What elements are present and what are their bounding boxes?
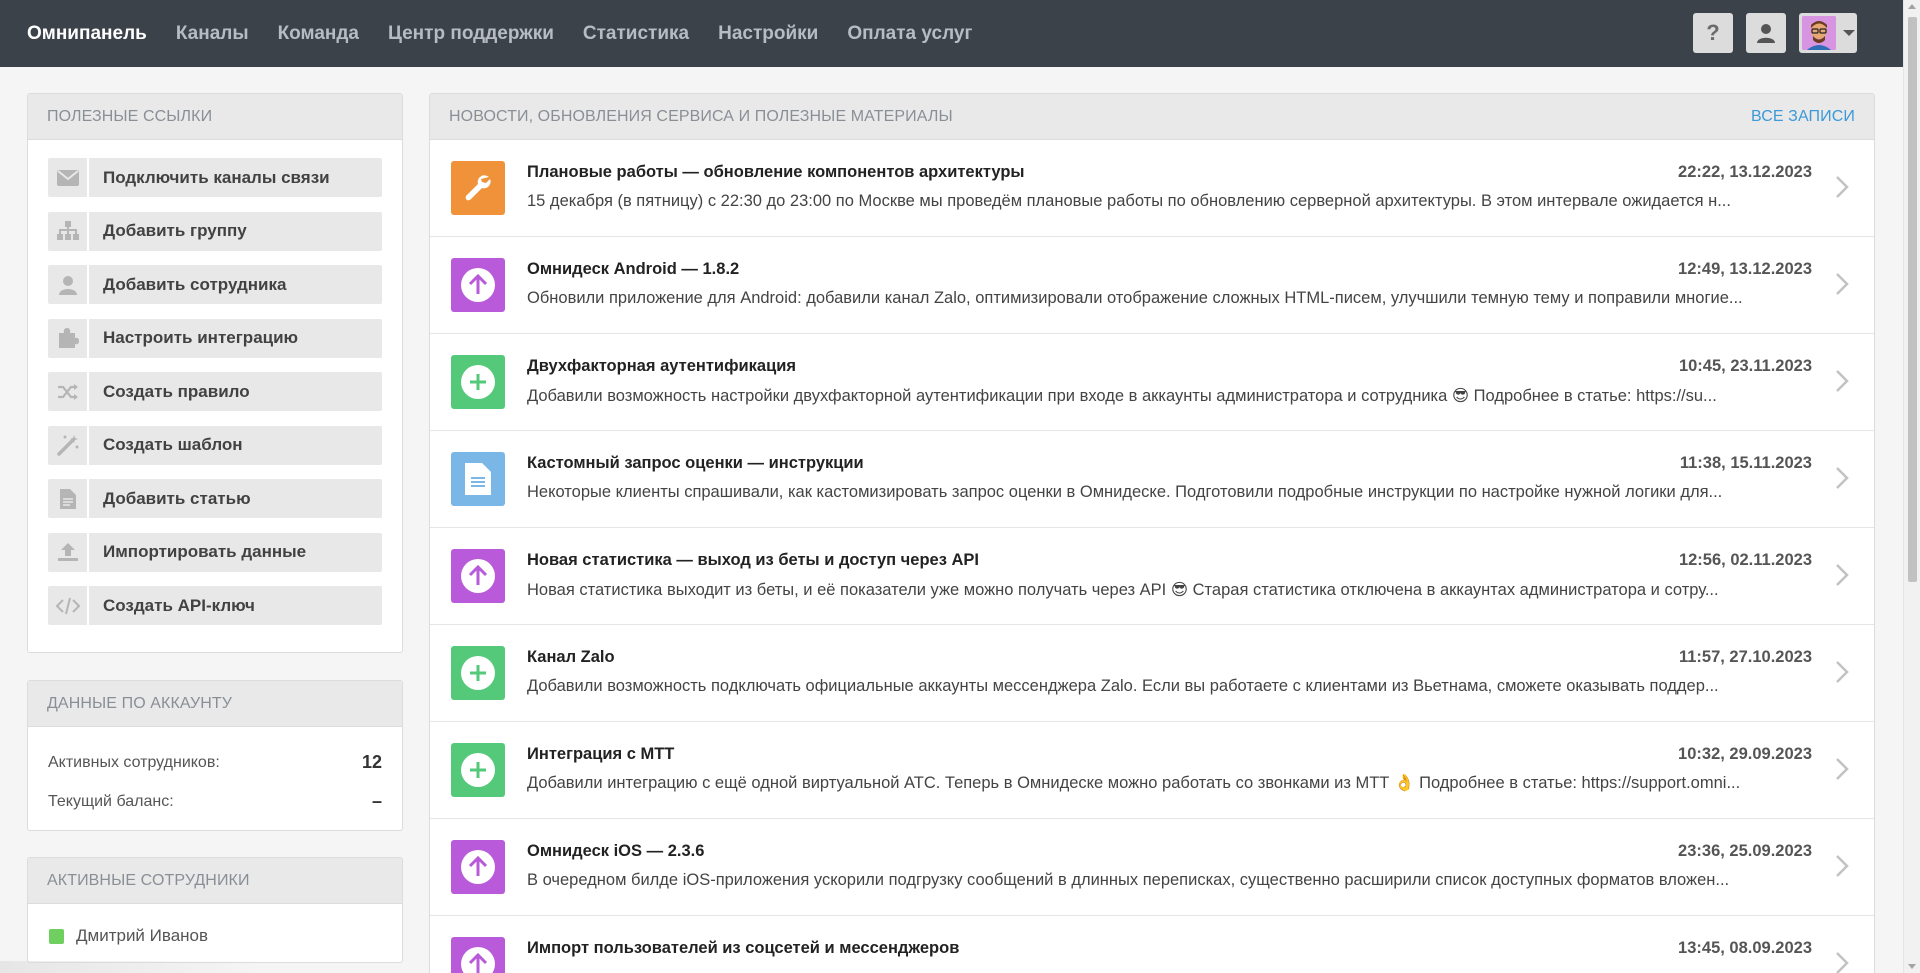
nav-channels[interactable]: Каналы: [176, 23, 249, 45]
chevron-right-icon: [1828, 172, 1856, 202]
staff-member[interactable]: Дмитрий Иванов: [28, 904, 402, 946]
chevron-down-icon: [1843, 30, 1855, 36]
status-bar-fade: [0, 961, 260, 973]
scrollbar-thumb[interactable]: [1908, 17, 1917, 582]
news-item[interactable]: Кастомный запрос оценки — инструкции 11:…: [430, 431, 1874, 528]
profile-button[interactable]: [1746, 13, 1786, 53]
question-icon: ?: [1706, 20, 1720, 45]
news-title: НОВОСТИ, ОБНОВЛЕНИЯ СЕРВИСА И ПОЛЕЗНЫЕ М…: [449, 107, 953, 125]
chevron-right-icon: [1828, 269, 1856, 299]
setup-integration-button[interactable]: Настроить интеграцию: [48, 318, 382, 358]
shuffle-icon: [48, 372, 89, 411]
scroll-down-icon[interactable]: [1908, 964, 1916, 969]
active-staff-panel: АКТИВНЫЕ СОТРУДНИКИ Дмитрий Иванов: [27, 857, 403, 963]
nav-billing[interactable]: Оплата услуг: [847, 23, 972, 45]
chevron-right-icon: [1828, 948, 1856, 973]
news-item[interactable]: Канал Zalo 11:57, 27.10.2023 Добавили во…: [430, 625, 1874, 722]
news-item[interactable]: Интеграция с МТТ 10:32, 29.09.2023 Добав…: [430, 722, 1874, 819]
arrow-up-circle-icon: [451, 258, 505, 312]
nav-settings[interactable]: Настройки: [718, 23, 818, 45]
useful-links-panel: ПОЛЕЗНЫЕ ССЫЛКИ Подключить каналы связи …: [27, 93, 403, 653]
news-item[interactable]: Новая статистика — выход из беты и досту…: [430, 528, 1874, 625]
nav-statistics[interactable]: Статистика: [583, 23, 689, 45]
plus-circle-icon: [451, 743, 505, 797]
plus-circle-icon: [451, 646, 505, 700]
active-staff-title: АКТИВНЫЕ СОТРУДНИКИ: [47, 871, 250, 889]
connect-channels-button[interactable]: Подключить каналы связи: [48, 158, 382, 197]
scroll-up-icon[interactable]: [1908, 4, 1916, 9]
plus-circle-icon: [451, 355, 505, 409]
wrench-icon: [451, 161, 505, 215]
add-article-button[interactable]: Добавить статью: [48, 479, 382, 518]
add-employee-button[interactable]: Добавить сотрудника: [48, 265, 382, 304]
account-data-title: ДАННЫЕ ПО АККАУНТУ: [47, 694, 233, 712]
top-navigation-bar: Омнипанель Каналы Команда Центр поддержк…: [0, 0, 1903, 67]
arrow-up-circle-icon: [451, 937, 505, 973]
chevron-right-icon: [1828, 754, 1856, 784]
staff-member-name: Дмитрий Иванов: [76, 926, 209, 945]
chevron-right-icon: [1828, 560, 1856, 590]
news-item[interactable]: Импорт пользователей из соцсетей и мессе…: [430, 916, 1874, 973]
news-item[interactable]: Плановые работы — обновление компонентов…: [430, 140, 1874, 237]
useful-links-header: ПОЛЕЗНЫЕ ССЫЛКИ: [28, 94, 402, 140]
arrow-up-circle-icon: [451, 549, 505, 603]
active-staff-value: 12: [361, 752, 382, 772]
news-item[interactable]: Двухфакторная аутентификация 10:45, 23.1…: [430, 334, 1874, 431]
create-template-button[interactable]: Создать шаблон: [48, 425, 382, 465]
balance-label: Текущий баланс:: [48, 792, 174, 810]
balance-row: Текущий баланс: –: [28, 791, 402, 812]
code-icon: [48, 586, 89, 625]
chevron-right-icon: [1828, 851, 1856, 881]
create-rule-button[interactable]: Создать правило: [48, 372, 382, 411]
news-header: НОВОСТИ, ОБНОВЛЕНИЯ СЕРВИСА И ПОЛЕЗНЫЕ М…: [430, 94, 1874, 140]
account-data-header: ДАННЫЕ ПО АККАУНТУ: [28, 681, 402, 727]
balance-value: –: [371, 791, 382, 811]
news-item[interactable]: Омнидеск Android — 1.8.2 12:49, 13.12.20…: [430, 237, 1874, 334]
page-scrollbar[interactable]: [1903, 0, 1920, 973]
document-icon: [451, 452, 505, 506]
nav-support-center[interactable]: Центр поддержки: [388, 23, 554, 45]
main-nav: Омнипанель Каналы Команда Центр поддержк…: [27, 0, 1001, 67]
active-staff-row: Активных сотрудников: 12: [28, 752, 402, 773]
user-icon: [1757, 24, 1775, 43]
envelope-icon: [48, 158, 89, 197]
puzzle-icon: [48, 318, 89, 358]
all-posts-link[interactable]: ВСЕ ЗАПИСИ: [1751, 108, 1855, 126]
news-panel: НОВОСТИ, ОБНОВЛЕНИЯ СЕРВИСА И ПОЛЕЗНЫЕ М…: [429, 93, 1875, 973]
sitemap-icon: [48, 211, 89, 251]
chevron-right-icon: [1828, 657, 1856, 687]
add-group-button[interactable]: Добавить группу: [48, 211, 382, 251]
account-data-panel: ДАННЫЕ ПО АККАУНТУ Активных сотрудников:…: [27, 680, 403, 831]
top-actions: ?: [1680, 13, 1857, 53]
import-data-button[interactable]: Импортировать данные: [48, 532, 382, 572]
active-staff-header: АКТИВНЫЕ СОТРУДНИКИ: [28, 858, 402, 904]
create-api-key-button[interactable]: Создать API-ключ: [48, 586, 382, 625]
useful-links-list: Подключить каналы связи Добавить группу …: [28, 140, 402, 625]
help-button[interactable]: ?: [1693, 13, 1733, 53]
upload-icon: [48, 532, 89, 572]
user-icon: [48, 265, 89, 304]
nav-team[interactable]: Команда: [278, 23, 359, 45]
chevron-right-icon: [1828, 463, 1856, 493]
useful-links-title: ПОЛЕЗНЫЕ ССЫЛКИ: [47, 107, 213, 125]
active-staff-label: Активных сотрудников:: [48, 753, 220, 771]
chevron-right-icon: [1828, 366, 1856, 396]
online-status-icon: [49, 928, 64, 944]
magic-wand-icon: [48, 425, 89, 465]
avatar: [1802, 16, 1836, 50]
nav-omnipanel[interactable]: Омнипанель: [27, 23, 147, 45]
news-item[interactable]: Омнидеск iOS — 2.3.6 23:36, 25.09.2023 В…: [430, 819, 1874, 916]
arrow-up-circle-icon: [451, 840, 505, 894]
document-icon: [48, 479, 89, 518]
account-menu-button[interactable]: [1799, 13, 1857, 53]
